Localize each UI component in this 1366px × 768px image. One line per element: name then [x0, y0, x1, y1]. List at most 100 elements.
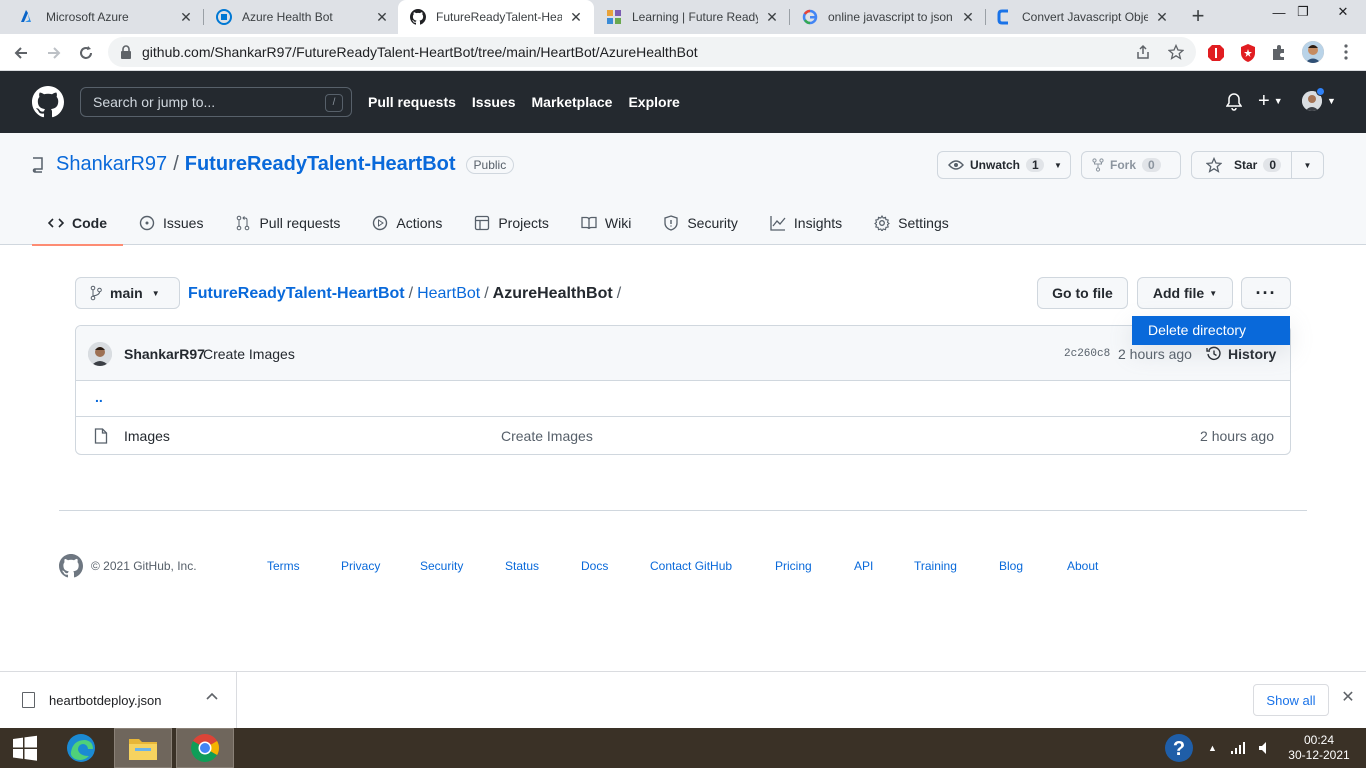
star-list-dropdown[interactable]: ▼: [1291, 151, 1324, 179]
browser-tab-google[interactable]: online javascript to json ✕: [790, 0, 986, 34]
browser-tab-convert[interactable]: Convert Javascript Object ✕: [984, 0, 1180, 34]
parent-directory-row[interactable]: ..: [76, 381, 1290, 417]
parent-directory-link[interactable]: ..: [95, 389, 103, 405]
breadcrumb-repo-link[interactable]: FutureReadyTalent-HeartBot: [188, 285, 405, 302]
history-icon: [1206, 346, 1222, 362]
commit-message[interactable]: Create Images: [203, 346, 295, 362]
repo-name-link[interactable]: FutureReadyTalent-HeartBot: [185, 153, 456, 176]
play-circle-icon: [372, 215, 388, 231]
share-icon[interactable]: [1133, 42, 1153, 62]
close-window-button[interactable]: ✕: [1320, 0, 1366, 24]
history-link[interactable]: History: [1206, 346, 1276, 362]
table-row[interactable]: Images Create Images 2 hours ago: [76, 417, 1290, 454]
footer-link-about[interactable]: About: [1067, 559, 1098, 573]
tab-settings[interactable]: Settings: [858, 201, 965, 245]
tab-actions[interactable]: Actions: [356, 201, 458, 245]
breadcrumb-folder-link[interactable]: HeartBot: [417, 285, 480, 302]
close-icon[interactable]: ✕: [764, 9, 780, 25]
footer-link-status[interactable]: Status: [505, 559, 539, 573]
github-logo-icon[interactable]: [32, 86, 64, 118]
download-item[interactable]: heartbotdeploy.json: [0, 672, 237, 729]
tab-code[interactable]: Code: [32, 201, 123, 246]
footer-link-terms[interactable]: Terms: [267, 559, 300, 573]
watch-button[interactable]: Unwatch 1 ▼: [937, 151, 1071, 179]
nav-pull-requests[interactable]: Pull requests: [368, 94, 456, 110]
close-icon[interactable]: ✕: [374, 9, 390, 25]
bookmark-star-icon[interactable]: [1166, 42, 1186, 62]
back-arrow-icon[interactable]: [8, 40, 34, 66]
windows-start-icon[interactable]: [0, 728, 50, 768]
github-logo-icon[interactable]: [59, 554, 83, 578]
edge-icon[interactable]: [52, 728, 110, 768]
file-commit-message[interactable]: Create Images: [501, 428, 593, 444]
bell-icon[interactable]: [1226, 93, 1242, 111]
footer-link-docs[interactable]: Docs: [581, 559, 608, 573]
clock[interactable]: 00:24 30-12-2021: [1288, 733, 1350, 763]
more-options-button[interactable]: ···: [1241, 277, 1291, 309]
help-icon[interactable]: ?: [1164, 728, 1194, 768]
browser-tab-healthbot[interactable]: Azure Health Bot ✕: [204, 0, 400, 34]
extensions-puzzle-icon[interactable]: [1270, 43, 1290, 63]
fork-button[interactable]: Fork 0: [1081, 151, 1181, 179]
tab-insights[interactable]: Insights: [754, 201, 858, 245]
browser-tab-github[interactable]: FutureReadyTalent-HeartBot/HeartBot/Azur…: [398, 0, 594, 34]
star-button[interactable]: Star 0: [1191, 151, 1292, 179]
forward-arrow-icon[interactable]: [41, 40, 67, 66]
branch-selector[interactable]: main ▼: [75, 277, 180, 309]
file-name[interactable]: Images: [124, 428, 170, 444]
search-hotkey-hint: /: [325, 94, 343, 112]
search-input[interactable]: Search or jump to... /: [80, 87, 352, 117]
nav-explore[interactable]: Explore: [628, 94, 679, 110]
tab-security[interactable]: Security: [647, 201, 754, 245]
google-icon: [802, 9, 818, 25]
notification-dot: [1316, 87, 1325, 96]
create-new-button[interactable]: + ▼: [1258, 91, 1283, 111]
footer-link-security[interactable]: Security: [420, 559, 463, 573]
footer-link-pricing[interactable]: Pricing: [775, 559, 812, 573]
go-to-file-button[interactable]: Go to file: [1037, 277, 1128, 309]
user-menu[interactable]: ▼: [1302, 87, 1336, 111]
adblock-extension-icon[interactable]: [1206, 43, 1226, 63]
chrome-menu-icon[interactable]: [1336, 42, 1356, 62]
close-icon[interactable]: ✕: [568, 9, 584, 25]
url-text: github.com/ShankarR97/FutureReadyTalent-…: [142, 44, 698, 60]
tab-wiki[interactable]: Wiki: [565, 201, 647, 245]
close-icon[interactable]: ✕: [178, 9, 194, 25]
delete-directory-menu-item[interactable]: Delete directory: [1132, 316, 1290, 345]
profile-avatar[interactable]: [1302, 41, 1324, 63]
commit-author[interactable]: ShankarR97: [124, 346, 205, 362]
breadcrumb-separator: /: [616, 285, 622, 302]
footer-link-contact[interactable]: Contact GitHub: [650, 559, 732, 573]
footer-link-privacy[interactable]: Privacy: [341, 559, 380, 573]
chrome-icon[interactable]: [176, 728, 234, 768]
nav-marketplace[interactable]: Marketplace: [532, 94, 613, 110]
nav-issues[interactable]: Issues: [472, 94, 516, 110]
shield-extension-icon[interactable]: [1238, 43, 1258, 63]
repo-owner-link[interactable]: ShankarR97: [56, 153, 167, 176]
network-icon[interactable]: [1230, 728, 1246, 768]
commit-author-avatar[interactable]: [88, 342, 112, 366]
browser-tab-learning[interactable]: Learning | Future Ready Talent ✕: [594, 0, 790, 34]
tab-label: Settings: [898, 215, 949, 231]
close-icon[interactable]: ✕: [1340, 690, 1356, 706]
file-explorer-icon[interactable]: [114, 728, 172, 768]
new-tab-button[interactable]: +: [1186, 5, 1210, 28]
tray-chevron-icon[interactable]: ▲: [1208, 728, 1217, 768]
close-icon[interactable]: ✕: [960, 9, 976, 25]
add-file-button[interactable]: Add file ▼: [1137, 277, 1233, 309]
close-icon[interactable]: ✕: [1154, 9, 1170, 25]
tab-issues[interactable]: Issues: [123, 201, 219, 245]
show-all-button[interactable]: Show all: [1253, 684, 1329, 716]
chevron-up-icon[interactable]: [206, 692, 218, 700]
address-bar[interactable]: github.com/ShankarR97/FutureReadyTalent-…: [108, 37, 1196, 67]
footer-link-blog[interactable]: Blog: [999, 559, 1023, 573]
footer-link-api[interactable]: API: [854, 559, 873, 573]
reload-icon[interactable]: [73, 40, 99, 66]
footer-link-training[interactable]: Training: [914, 559, 957, 573]
commit-sha[interactable]: 2c260c8: [1064, 348, 1110, 360]
volume-icon[interactable]: [1258, 728, 1270, 768]
latest-commit: ShankarR97 Create Images 2c260c8 2 hours…: [76, 326, 1290, 381]
tab-pull-requests[interactable]: Pull requests: [219, 201, 356, 245]
tab-projects[interactable]: Projects: [458, 201, 565, 245]
browser-tab-azure[interactable]: Microsoft Azure ✕: [8, 0, 204, 34]
